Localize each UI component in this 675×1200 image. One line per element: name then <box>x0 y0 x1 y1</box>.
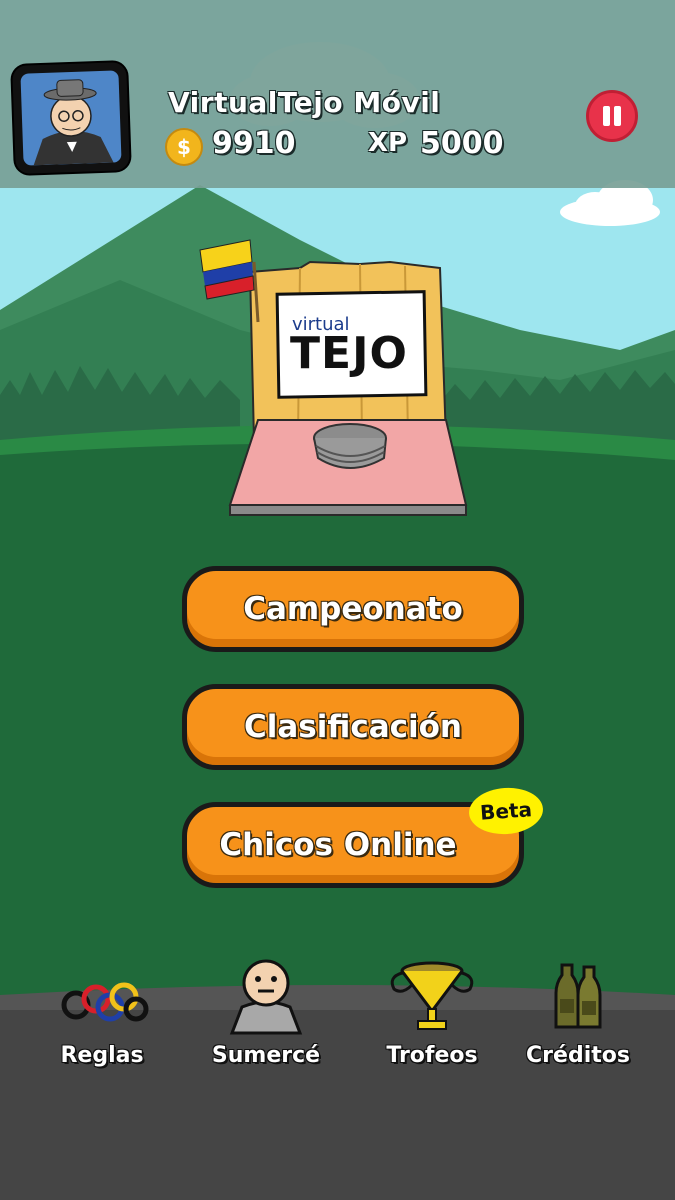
championship-button-label: Campeonato <box>243 591 463 627</box>
trophy-icon <box>390 961 474 1030</box>
xp-value: 5000 <box>420 126 504 161</box>
nav-character-label: Sumercé <box>211 1043 321 1068</box>
player-avatar[interactable] <box>12 62 130 174</box>
xp-label: XP <box>368 128 408 158</box>
coin-icon: $ <box>165 128 203 166</box>
coins-value: 9910 <box>212 126 296 161</box>
character-icon <box>229 959 303 1035</box>
nav-trophies-label: Trofeos <box>386 1043 478 1068</box>
pause-icon <box>603 106 610 126</box>
nav-rules-label: Reglas <box>60 1043 144 1068</box>
championship-button[interactable]: Campeonato <box>182 566 524 652</box>
player-portrait-icon <box>33 79 114 166</box>
player-name: VirtualTejo Móvil <box>168 86 441 119</box>
tejo-logo <box>228 260 468 516</box>
rings-icon <box>61 982 149 1022</box>
ranking-button[interactable]: Clasificación <box>182 684 524 770</box>
ranking-button-label: Clasificación <box>243 709 462 745</box>
nav-trophies[interactable]: Trofeos <box>362 955 502 1085</box>
pause-button[interactable] <box>586 90 638 142</box>
nav-character[interactable]: Sumercé <box>196 955 336 1085</box>
logo-big-text: TEJO <box>290 328 408 379</box>
bottles-icon <box>554 963 602 1029</box>
online-button-label: Chicos Online <box>219 827 457 863</box>
nav-credits-label: Créditos <box>526 1043 630 1068</box>
nav-credits[interactable]: Créditos <box>508 955 648 1085</box>
nav-rules[interactable]: Reglas <box>32 955 172 1085</box>
